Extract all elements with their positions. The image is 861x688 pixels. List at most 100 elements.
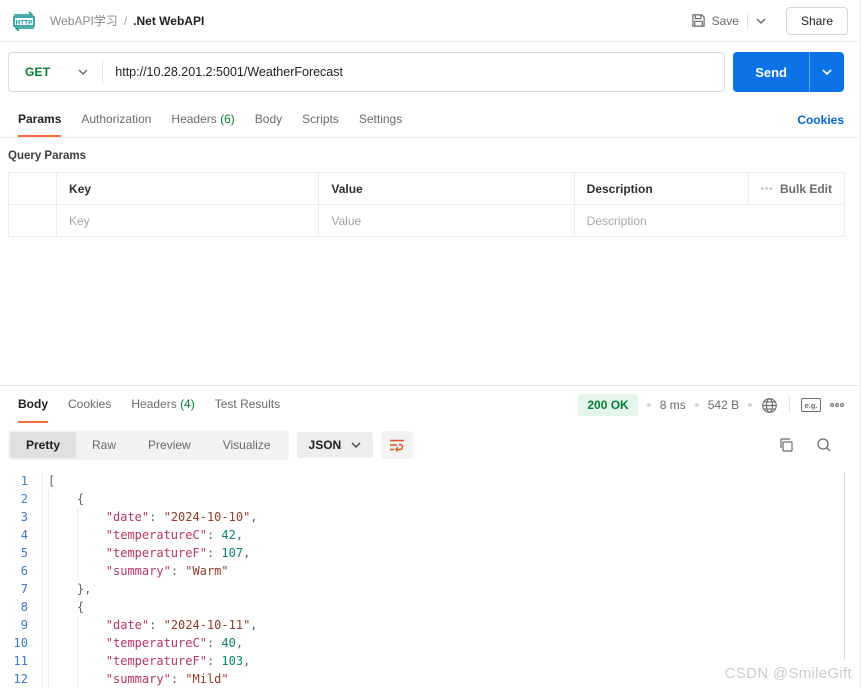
- chevron-down-icon: [351, 442, 361, 448]
- query-params-title: Query Params: [0, 138, 860, 170]
- code-line: 3"date": "2024-10-10",: [0, 508, 860, 526]
- response-time: 8 ms: [660, 398, 686, 412]
- code-line: 2{: [0, 490, 860, 508]
- response-tab-test-results[interactable]: Test Results: [205, 387, 290, 423]
- save-as-example-button[interactable]: e.g.: [801, 398, 821, 412]
- format-label: JSON: [309, 438, 342, 452]
- line-number: 1: [0, 472, 43, 490]
- response-tab-cookies[interactable]: Cookies: [58, 387, 121, 423]
- query-params-input-row: [9, 205, 845, 237]
- line-number: 11: [0, 652, 43, 670]
- query-params-table: Key Value Description Bulk Edit: [8, 172, 845, 237]
- tab-authorization[interactable]: Authorization: [71, 103, 161, 137]
- response-body-json: 1[2{3"date": "2024-10-10",4"temperatureC…: [0, 468, 860, 688]
- response-pane: Body Cookies Headers (4) Test Results 20…: [0, 385, 860, 688]
- column-header-actions: Bulk Edit: [748, 173, 844, 205]
- request-builder: GET Send: [0, 42, 860, 102]
- save-label: Save: [712, 14, 739, 28]
- line-number: 3: [0, 508, 43, 526]
- response-tab-body[interactable]: Body: [8, 387, 58, 423]
- tab-headers[interactable]: Headers (6): [161, 103, 244, 137]
- param-description-input[interactable]: [587, 214, 832, 228]
- response-tab-headers[interactable]: Headers (4): [121, 387, 204, 423]
- cookies-link[interactable]: Cookies: [797, 113, 844, 127]
- meta-dot: [748, 403, 752, 407]
- code-line: 7},: [0, 580, 860, 598]
- column-header-key: Key: [57, 173, 319, 205]
- line-number: 4: [0, 526, 43, 544]
- code-line: 10"temperatureC": 40,: [0, 634, 860, 652]
- row-handle-cell: [9, 205, 57, 237]
- code-line: 9"date": "2024-10-11",: [0, 616, 860, 634]
- response-meta: 200 OK 8 ms 542 B e.g.: [578, 394, 844, 416]
- response-headers-count: (4): [180, 397, 195, 411]
- wrap-lines-icon: [389, 438, 405, 452]
- code-line: 1[: [0, 472, 860, 490]
- meta-dot: [647, 403, 651, 407]
- view-pretty[interactable]: Pretty: [10, 432, 76, 458]
- view-visualize[interactable]: Visualize: [207, 432, 287, 458]
- response-size: 542 B: [708, 398, 739, 412]
- response-tabs: Body Cookies Headers (4) Test Results 20…: [0, 386, 860, 424]
- query-params-header-row: Key Value Description Bulk Edit: [9, 173, 845, 205]
- code-line: 4"temperatureC": 42,: [0, 526, 860, 544]
- send-button[interactable]: Send: [733, 52, 844, 92]
- code-line: 5"temperatureF": 107,: [0, 544, 860, 562]
- url-input[interactable]: [103, 53, 724, 91]
- request-tabs: Params Authorization Headers (6) Body Sc…: [0, 102, 860, 138]
- http-request-icon: HTTP: [12, 11, 38, 31]
- method-select[interactable]: GET: [9, 53, 102, 91]
- save-button[interactable]: Save: [683, 8, 747, 33]
- view-mode-group: Pretty Raw Preview Visualize: [8, 430, 289, 460]
- more-options-icon[interactable]: [830, 403, 844, 407]
- send-label[interactable]: Send: [733, 52, 809, 92]
- copy-icon[interactable]: [778, 437, 794, 453]
- line-number: 9: [0, 616, 43, 634]
- tab-params[interactable]: Params: [8, 103, 71, 137]
- app-window: { "topbar": { "http_badge": "HTTP", "bre…: [0, 0, 861, 688]
- line-number: 2: [0, 490, 43, 508]
- meta-separator: [789, 397, 790, 413]
- param-key-input[interactable]: [69, 214, 306, 228]
- breadcrumb-collection[interactable]: WebAPI学习: [50, 12, 118, 29]
- column-header-value: Value: [319, 173, 574, 205]
- url-box: GET: [8, 52, 725, 92]
- breadcrumb-request-name[interactable]: .Net WebAPI: [133, 14, 204, 28]
- save-options-caret[interactable]: [747, 13, 774, 29]
- send-options-caret[interactable]: [809, 52, 844, 92]
- line-number: 6: [0, 562, 43, 580]
- tab-body[interactable]: Body: [245, 103, 292, 137]
- watermark: CSDN @SmileGift: [725, 665, 852, 682]
- code-line: 8{: [0, 598, 860, 616]
- more-horizontal-icon: [761, 187, 772, 190]
- search-icon[interactable]: [816, 437, 832, 453]
- svg-text:HTTP: HTTP: [16, 19, 34, 26]
- breadcrumb: WebAPI学习 / .Net WebAPI: [50, 12, 204, 29]
- tab-scripts[interactable]: Scripts: [292, 103, 349, 137]
- breadcrumb-separator: /: [124, 14, 127, 28]
- line-number: 5: [0, 544, 43, 562]
- view-preview[interactable]: Preview: [132, 432, 207, 458]
- status-badge: 200 OK: [578, 394, 637, 416]
- view-raw[interactable]: Raw: [76, 432, 132, 458]
- line-number: 12: [0, 670, 43, 688]
- line-number: 10: [0, 634, 43, 652]
- meta-dot: [695, 403, 699, 407]
- param-value-input[interactable]: [331, 214, 561, 228]
- code-line: 6"summary": "Warm": [0, 562, 860, 580]
- chevron-down-icon: [78, 69, 88, 75]
- wrap-lines-button[interactable]: [381, 431, 413, 459]
- vertical-scrollbar[interactable]: [844, 472, 845, 660]
- tab-settings[interactable]: Settings: [349, 103, 412, 137]
- save-icon: [691, 13, 706, 28]
- chevron-down-icon: [822, 69, 832, 75]
- format-select[interactable]: JSON: [297, 432, 374, 458]
- response-view-bar: Pretty Raw Preview Visualize JSON: [0, 424, 860, 468]
- column-header-description: Description: [574, 173, 748, 205]
- bulk-edit-button[interactable]: Bulk Edit: [761, 182, 832, 196]
- line-number: 7: [0, 580, 43, 598]
- network-globe-icon[interactable]: [761, 397, 778, 414]
- line-number: 8: [0, 598, 43, 616]
- share-button[interactable]: Share: [786, 7, 848, 35]
- row-handle-column: [9, 173, 57, 205]
